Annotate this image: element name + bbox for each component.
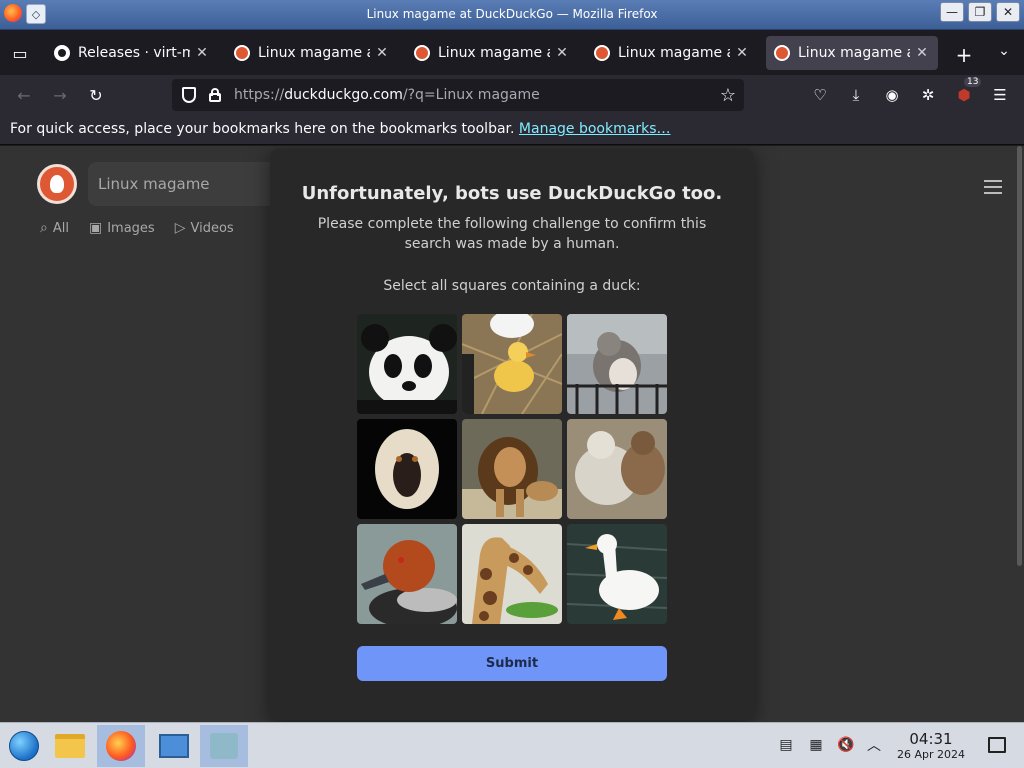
duckduckgo-icon	[234, 45, 250, 61]
url-bar[interactable]: https://duckduckgo.com/?q=Linux magame ☆	[172, 79, 744, 111]
tab-label: Linux magame at DuckDuckGo	[618, 45, 730, 61]
captcha-instruction: Select all squares containing a duck:	[383, 278, 641, 294]
taskbar: ▤ ▦ 🔇 ︿ 04:31 26 Apr 2024	[0, 722, 1024, 768]
captcha-cell-monkey[interactable]	[357, 419, 457, 519]
extension-badge: 13	[964, 77, 982, 87]
downloads-icon[interactable]: ⤓	[844, 83, 868, 107]
show-desktop-icon[interactable]	[988, 737, 1006, 753]
web-page: Linux magame ⌕ All ▣ Images ▷ Videos Unf…	[0, 146, 1024, 722]
monitor-icon	[159, 734, 189, 758]
clock[interactable]: 04:31 26 Apr 2024	[888, 731, 974, 762]
folder-icon	[55, 734, 85, 758]
tab-strip: ▭ Releases · virt-manager ✕ Linux magame…	[0, 30, 1024, 75]
package-icon	[210, 733, 238, 759]
manage-bookmarks-link[interactable]: Manage bookmarks…	[519, 121, 671, 137]
tab-close-icon[interactable]: ✕	[194, 45, 210, 61]
bookmarks-hint: For quick access, place your bookmarks h…	[10, 121, 515, 137]
captcha-cell-giraffe[interactable]	[462, 524, 562, 624]
captcha-cell-lion[interactable]	[462, 419, 562, 519]
start-icon	[9, 731, 39, 761]
account-icon[interactable]: ◉	[880, 83, 904, 107]
captcha-cell-squirrel[interactable]	[567, 314, 667, 414]
submit-button[interactable]: Submit	[357, 646, 667, 681]
start-menu-button[interactable]	[0, 725, 48, 767]
tab-ddg-1[interactable]: Linux magame at DuckDuckGo ✕	[226, 36, 398, 70]
github-icon	[54, 45, 70, 61]
search-icon: ⌕	[40, 220, 48, 236]
tab-close-icon[interactable]: ✕	[374, 45, 390, 61]
tab-ddg-3[interactable]: Linux magame at DuckDuckGo ✕	[586, 36, 758, 70]
duckduckgo-logo[interactable]	[37, 164, 77, 204]
page-menu-icon[interactable]	[984, 180, 1002, 198]
image-icon: ▣	[88, 220, 103, 236]
tab-releases[interactable]: Releases · virt-manager ✕	[46, 36, 218, 70]
pocket-icon[interactable]: ♡	[808, 83, 832, 107]
captcha-cell-white-duck[interactable]	[567, 524, 667, 624]
page-scrollbar[interactable]	[1017, 146, 1022, 566]
tab-close-icon[interactable]: ✕	[554, 45, 570, 61]
window-title: Linux magame at DuckDuckGo — Mozilla Fir…	[366, 7, 658, 21]
reload-button[interactable]: ↻	[84, 83, 108, 107]
list-all-tabs-button[interactable]: ⌄	[994, 43, 1014, 59]
captcha-title: Unfortunately, bots use DuckDuckGo too.	[301, 183, 723, 204]
navigation-toolbar: ← → ↻ https://duckduckgo.com/?q=Linux ma…	[0, 75, 1024, 115]
back-button[interactable]: ←	[12, 83, 36, 107]
tab-close-icon[interactable]: ✕	[914, 45, 930, 61]
clock-date: 26 Apr 2024	[896, 748, 965, 761]
captcha-cell-bear[interactable]	[567, 419, 667, 519]
notes-icon[interactable]: ▦	[806, 735, 826, 755]
lock-icon[interactable]	[209, 88, 221, 102]
tracking-protection-icon[interactable]	[182, 87, 196, 103]
tab-label: Linux magame at DuckDuckGo	[438, 45, 550, 61]
volume-muted-icon[interactable]: 🔇	[836, 735, 856, 755]
search-type-tabs: ⌕ All ▣ Images ▷ Videos	[40, 220, 234, 236]
taskbar-package-manager[interactable]	[200, 725, 248, 767]
duckduckgo-icon	[774, 45, 790, 61]
firefox-icon	[106, 731, 136, 761]
tab-images[interactable]: ▣ Images	[89, 220, 155, 236]
tab-ddg-2[interactable]: Linux magame at DuckDuckGo ✕	[406, 36, 578, 70]
minimize-button[interactable]: —	[940, 2, 964, 22]
window-titlebar: ◇ Linux magame at DuckDuckGo — Mozilla F…	[0, 0, 1024, 30]
close-window-button[interactable]: ✕	[996, 2, 1020, 22]
forward-button[interactable]: →	[48, 83, 72, 107]
url-text[interactable]: https://duckduckgo.com/?q=Linux magame	[234, 87, 540, 103]
captcha-cell-redhead-duck[interactable]	[357, 524, 457, 624]
firefox-view-icon[interactable]: ▭	[8, 41, 32, 65]
captcha-dialog: Unfortunately, bots use DuckDuckGo too. …	[270, 149, 754, 720]
app-menu-icon[interactable]: ☰	[988, 83, 1012, 107]
play-icon: ▷	[174, 220, 186, 236]
captcha-subtitle: Please complete the following challenge …	[317, 216, 707, 252]
tab-close-icon[interactable]: ✕	[734, 45, 750, 61]
tab-label: Linux magame at DuckDuckGo	[798, 45, 910, 61]
maximize-button[interactable]: ❐	[968, 2, 992, 22]
window-controls: — ❐ ✕	[940, 2, 1020, 22]
taskbar-file-manager[interactable]	[46, 725, 94, 767]
tray-expand-icon[interactable]: ︿	[864, 735, 884, 755]
tab-all[interactable]: ⌕ All	[40, 220, 69, 236]
taskbar-firefox[interactable]	[97, 725, 145, 767]
tab-ddg-active[interactable]: Linux magame at DuckDuckGo ✕	[766, 36, 938, 70]
captcha-cell-panda[interactable]	[357, 314, 457, 414]
bookmarks-toolbar: For quick access, place your bookmarks h…	[0, 115, 1024, 145]
duckduckgo-icon	[414, 45, 430, 61]
tab-label: Releases · virt-manager	[78, 45, 190, 61]
extensions-icon[interactable]: ✲	[916, 83, 940, 107]
captcha-cell-duckling[interactable]	[462, 314, 562, 414]
clipboard-icon[interactable]: ▤	[776, 735, 796, 755]
new-tab-button[interactable]: +	[952, 43, 976, 67]
ublock-icon[interactable]: ⬢ 13	[952, 77, 982, 107]
tab-label: Linux magame at DuckDuckGo	[258, 45, 370, 61]
clock-time: 04:31	[909, 730, 953, 748]
captcha-grid	[357, 314, 667, 624]
taskbar-system-settings[interactable]	[150, 725, 198, 767]
duckduckgo-icon	[594, 45, 610, 61]
tab-videos[interactable]: ▷ Videos	[175, 220, 234, 236]
bookmark-star-icon[interactable]: ☆	[720, 85, 736, 106]
